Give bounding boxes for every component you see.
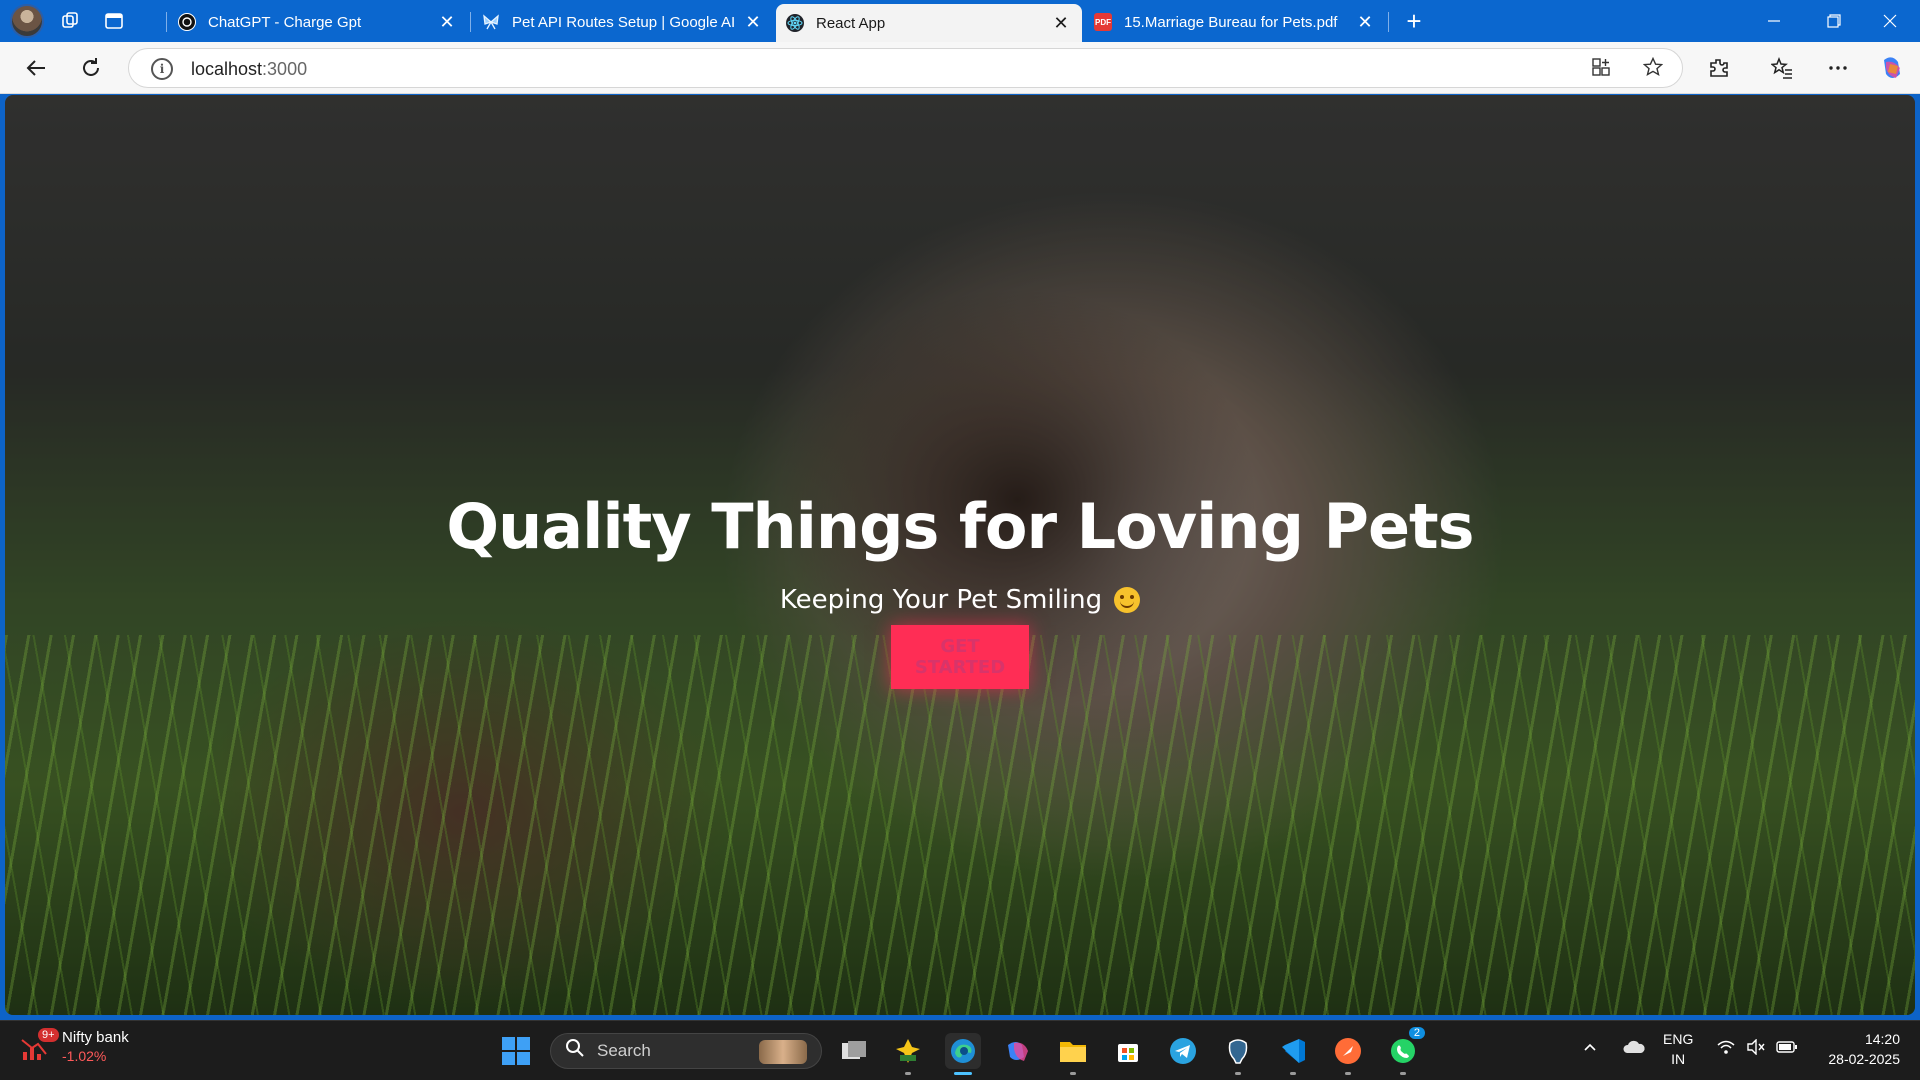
vscode-icon[interactable]: [1275, 1033, 1311, 1075]
close-window-button[interactable]: [1860, 0, 1920, 42]
postgres-icon[interactable]: [1220, 1033, 1256, 1075]
edge-icon[interactable]: [945, 1033, 981, 1075]
taskbar-search[interactable]: Search: [550, 1033, 822, 1069]
language-code: ENG: [1663, 1031, 1694, 1047]
tab-title: Pet API Routes Setup | Google AI: [512, 13, 736, 31]
widget-name: Nifty bank: [62, 1029, 129, 1046]
wifi-icon[interactable]: [1716, 1039, 1736, 1060]
favorites-icon[interactable]: [1766, 52, 1798, 84]
folder-icon[interactable]: [1055, 1033, 1091, 1075]
url-port: :3000: [262, 59, 308, 79]
search-placeholder: Search: [597, 1041, 651, 1060]
stock-widget[interactable]: 9+ Nifty bank -1.02%: [20, 1028, 129, 1065]
widget-change: -1.02%: [62, 1048, 107, 1064]
hero-title: Quality Things for Loving Pets: [446, 490, 1474, 563]
extensions-icon[interactable]: [1703, 52, 1735, 84]
browser-toolbar: i localhost:3000: [0, 42, 1920, 94]
app-install-icon[interactable]: [1589, 57, 1613, 81]
whatsapp-icon[interactable]: 2: [1385, 1027, 1425, 1075]
url-text[interactable]: localhost:3000: [191, 59, 307, 80]
whatsapp-badge: 2: [1408, 1027, 1425, 1039]
search-icon: [565, 1038, 585, 1064]
profile-avatar[interactable]: [10, 4, 44, 38]
tab-separator: [470, 12, 471, 32]
smiling-face-icon: [1114, 587, 1141, 613]
clock-date: 28-02-2025: [1828, 1051, 1900, 1067]
site-info-icon[interactable]: i: [151, 58, 173, 80]
more-options-icon[interactable]: [1822, 52, 1854, 84]
google-ai-icon: [482, 13, 500, 31]
close-tab-icon[interactable]: ✕: [438, 12, 456, 33]
hero-subtitle: Keeping Your Pet Smiling: [779, 585, 1103, 615]
clock[interactable]: 14:20 28-02-2025: [1818, 1029, 1900, 1069]
address-bar[interactable]: i localhost:3000: [128, 48, 1683, 88]
minimize-button[interactable]: [1744, 0, 1804, 42]
battery-icon[interactable]: [1776, 1039, 1798, 1059]
file-explorer-icon[interactable]: [890, 1033, 926, 1075]
close-tab-icon[interactable]: ✕: [744, 12, 762, 33]
language-indicator[interactable]: ENG IN: [1663, 1029, 1693, 1069]
tab-title: React App: [816, 14, 886, 32]
copilot-icon[interactable]: [1000, 1033, 1036, 1069]
page-viewport: Quality Things for Loving Pets Keeping Y…: [5, 95, 1915, 1015]
chatgpt-icon: [178, 13, 196, 31]
pdf-icon: PDF: [1094, 13, 1112, 31]
clock-time: 14:20: [1864, 1031, 1900, 1047]
onedrive-icon[interactable]: [1622, 1039, 1646, 1060]
chevron-up-icon[interactable]: [1582, 1039, 1598, 1060]
hero-section: Quality Things for Loving Pets Keeping Y…: [5, 95, 1915, 1015]
copilot-icon[interactable]: [1876, 52, 1908, 84]
back-icon[interactable]: [20, 52, 52, 84]
taskbar: 9+ Nifty bank -1.02% Search 2 ENG IN 14:…: [0, 1020, 1920, 1080]
speaker-muted-icon[interactable]: [1746, 1038, 1766, 1060]
refresh-icon[interactable]: [75, 52, 107, 84]
favorite-star-icon[interactable]: [1641, 56, 1665, 81]
tab-google-ai[interactable]: Pet API Routes Setup | Google AI ✕: [472, 2, 774, 42]
url-host: localhost: [191, 59, 263, 79]
store-icon[interactable]: [1110, 1033, 1146, 1069]
tab-separator: [1388, 12, 1389, 32]
tab-pdf[interactable]: PDF 15.Marriage Bureau for Pets.pdf ✕: [1084, 2, 1386, 42]
task-view-icon[interactable]: [836, 1033, 872, 1069]
close-tab-icon[interactable]: ✕: [1052, 13, 1070, 34]
tab-separator: [166, 12, 167, 32]
get-started-button[interactable]: GET STARTED: [891, 625, 1029, 689]
close-tab-icon[interactable]: ✕: [1356, 12, 1374, 33]
react-icon: [786, 14, 804, 32]
hero-subtitle-row: Keeping Your Pet Smiling: [779, 585, 1141, 615]
tab-title: 15.Marriage Bureau for Pets.pdf: [1124, 13, 1338, 31]
stock-chart-icon: 9+: [20, 1028, 59, 1062]
region-code: IN: [1671, 1051, 1686, 1067]
postman-icon[interactable]: [1330, 1033, 1366, 1075]
workspaces-icon[interactable]: [52, 5, 88, 37]
tab-react-app[interactable]: React App ✕: [776, 4, 1082, 42]
telegram-icon[interactable]: [1165, 1033, 1201, 1069]
start-button[interactable]: [502, 1037, 530, 1065]
new-tab-button[interactable]: +: [1400, 8, 1428, 36]
restore-button[interactable]: [1804, 0, 1864, 42]
vertical-tabs-icon[interactable]: [96, 5, 132, 37]
tab-chatgpt[interactable]: ChatGPT - Charge Gpt ✕: [168, 2, 468, 42]
tab-title: ChatGPT - Charge Gpt: [208, 13, 362, 31]
notification-badge: 9+: [38, 1028, 59, 1042]
search-highlight-image: [759, 1040, 807, 1064]
